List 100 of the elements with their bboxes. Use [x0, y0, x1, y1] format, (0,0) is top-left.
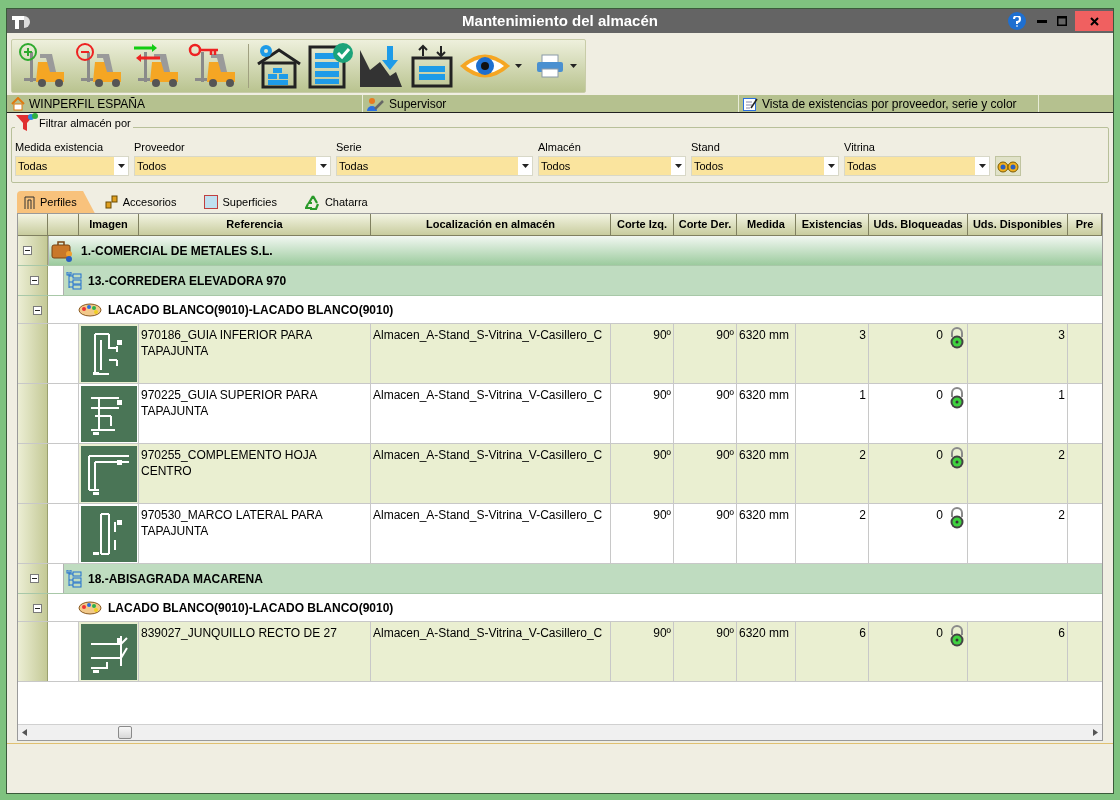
- panel-icon: [204, 195, 219, 209]
- minus-icon: [25, 248, 30, 253]
- table-cell: Almacen_A-Stand_S-Vitrina_V-Casillero_C: [371, 622, 611, 681]
- table-cell: 6: [796, 622, 869, 681]
- caret-icon: [827, 164, 835, 168]
- table-cell: 90º: [674, 324, 737, 383]
- column-header[interactable]: Localización en almacén: [371, 214, 611, 235]
- table-cell: Almacen_A-Stand_S-Vitrina_V-Casillero_C: [371, 324, 611, 383]
- table-cell: 0: [936, 625, 943, 641]
- table-cell: 90º: [674, 444, 737, 503]
- tree-icon: [66, 271, 82, 290]
- table-cell: 0: [936, 327, 943, 343]
- tree-icon: [66, 569, 82, 588]
- expander-button[interactable]: [23, 246, 32, 255]
- horizontal-scrollbar[interactable]: [18, 724, 1102, 740]
- table-cell: 90º: [611, 324, 674, 383]
- table-cell: 2: [796, 504, 869, 563]
- table-cell: 6320 mm: [737, 384, 796, 443]
- expander-button[interactable]: [30, 574, 39, 583]
- table-cell: 1: [796, 384, 869, 443]
- minus-icon: [32, 576, 37, 581]
- column-header[interactable]: Uds. Disponibles: [968, 214, 1068, 235]
- table-cell: 6320 mm: [737, 504, 796, 563]
- filter-label: Serie: [336, 140, 363, 154]
- column-header[interactable]: Referencia: [139, 214, 371, 235]
- scroll-right-icon[interactable]: [1093, 729, 1098, 736]
- table-row[interactable]: 970255_COMPLEMENTO HOJA CENTRO Almacen_A-Stand_S-Vitrina_V-Casillero_C 90º 90º 6320 mm 2 0 2: [79, 444, 1102, 503]
- table-cell: 3: [796, 324, 869, 383]
- caret-icon: [674, 164, 682, 168]
- printer-icon[interactable]: [535, 53, 565, 79]
- minimize-icon: [1037, 19, 1047, 23]
- table-cell: 90º: [611, 622, 674, 681]
- column-header[interactable]: Imagen: [79, 214, 139, 235]
- expander-button[interactable]: [33, 604, 42, 613]
- tab[interactable]: Perfiles: [17, 191, 95, 213]
- table-cell: 6320 mm: [737, 622, 796, 681]
- table-cell: Almacen_A-Stand_S-Vitrina_V-Casillero_C: [371, 384, 611, 443]
- filter-dropdown[interactable]: Todos: [134, 156, 331, 176]
- padlock-icon: [949, 387, 965, 409]
- series-row[interactable]: 18.-ABISAGRADA MACARENA: [63, 564, 1102, 593]
- table-cell: 90º: [674, 622, 737, 681]
- table-cell: Almacen_A-Stand_S-Vitrina_V-Casillero_C: [371, 444, 611, 503]
- table-cell: 970186_GUIA INFERIOR PARA TAPAJUNTA: [139, 324, 371, 383]
- minus-icon: [35, 606, 40, 611]
- table-cell: 6: [968, 622, 1068, 681]
- help-button[interactable]: [1008, 12, 1026, 30]
- column-header[interactable]: Existencias: [796, 214, 869, 235]
- caret-icon[interactable]: [515, 64, 522, 68]
- filter-dropdown[interactable]: Todos: [538, 156, 686, 176]
- table-cell: 970255_COMPLEMENTO HOJA CENTRO: [139, 444, 371, 503]
- table-row[interactable]: 839027_JUNQUILLO RECTO DE 27 Almacen_A-Stand_S-Vitrina_V-Casillero_C 90º 90º 6320 mm 6 0 6: [79, 622, 1102, 681]
- table-cell: 2: [968, 504, 1068, 563]
- binoculars-icon: [997, 159, 1019, 173]
- search-button[interactable]: [995, 156, 1021, 176]
- filter-label: Stand: [691, 140, 721, 154]
- tab[interactable]: Superficies: [198, 191, 295, 213]
- minus-icon: [32, 278, 37, 283]
- scroll-left-icon[interactable]: [22, 729, 27, 736]
- series-name: 13.-CORREDERA ELEVADORA 970: [88, 272, 287, 290]
- bracket-icon: [104, 195, 119, 209]
- column-header[interactable]: Pre: [1068, 214, 1102, 235]
- supplier-row[interactable]: 1.-COMERCIAL DE METALES S.L.: [48, 236, 1102, 265]
- column-header[interactable]: Uds. Bloqueadas: [869, 214, 968, 235]
- filter-dropdown[interactable]: Todas: [844, 156, 990, 176]
- filter-label: Almacén: [538, 140, 582, 154]
- row-gutter: [18, 444, 48, 503]
- table-cell: 90º: [674, 384, 737, 443]
- column-header[interactable]: Medida: [737, 214, 796, 235]
- caret-icon[interactable]: [570, 64, 577, 68]
- filter-dropdown[interactable]: Todas: [15, 156, 129, 176]
- table-cell: 1: [968, 384, 1068, 443]
- table-cell: 2: [968, 444, 1068, 503]
- table-cell: 970530_MARCO LATERAL PARA TAPAJUNTA: [139, 504, 371, 563]
- padlock-icon: [949, 625, 965, 647]
- status-text: Supervisor: [389, 95, 447, 113]
- tab[interactable]: Accesorios: [98, 191, 195, 213]
- filter-label: Vitrina: [844, 140, 876, 154]
- padlock-icon: [949, 327, 965, 349]
- table-cell: 90º: [611, 384, 674, 443]
- recycle-icon: [304, 194, 321, 210]
- close-icon: [1089, 16, 1099, 26]
- filter-dropdown[interactable]: Todas: [336, 156, 533, 176]
- scrollbar-thumb[interactable]: [118, 726, 132, 739]
- series-name: 18.-ABISAGRADA MACARENA: [88, 570, 263, 588]
- filter-title: Filtrar almacén por: [39, 115, 131, 131]
- padlock-icon: [949, 447, 965, 469]
- column-header[interactable]: Corte Der.: [674, 214, 737, 235]
- expander-button[interactable]: [30, 276, 39, 285]
- profile-icon: [23, 195, 36, 209]
- table-cell: 0: [936, 447, 943, 463]
- window-title: Mantenimiento del almacén: [462, 10, 658, 31]
- tab[interactable]: Chatarra: [298, 191, 386, 213]
- series-row[interactable]: 13.-CORREDERA ELEVADORA 970: [63, 266, 1102, 295]
- expander-button[interactable]: [33, 306, 42, 315]
- caret-icon: [117, 164, 125, 168]
- table-row[interactable]: 970186_GUIA INFERIOR PARA TAPAJUNTA Almacen_A-Stand_S-Vitrina_V-Casillero_C 90º 90º 6320 mm 3 0 3: [79, 324, 1102, 383]
- filter-dropdown[interactable]: Todos: [691, 156, 839, 176]
- column-header[interactable]: Corte Izq.: [611, 214, 674, 235]
- close-button[interactable]: [1075, 11, 1113, 31]
- caret-icon: [319, 164, 327, 168]
